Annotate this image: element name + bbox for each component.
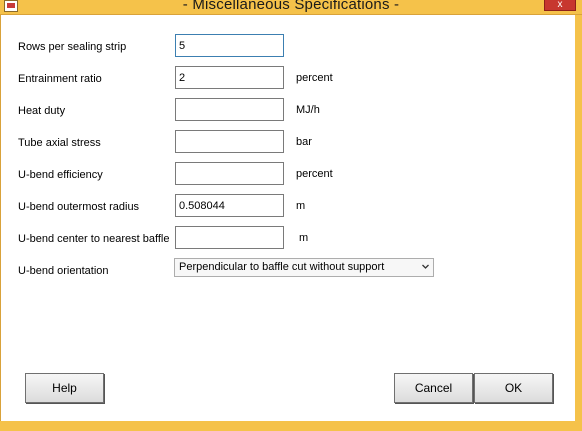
entrainment-ratio-unit: percent [296,72,333,84]
u-bend-orientation-value: Perpendicular to baffle cut without supp… [179,261,385,273]
heat-duty-label: Heat duty [18,105,66,117]
tube-axial-stress-input[interactable] [175,130,284,153]
title-bar: - Miscellaneous Specifications - x [0,0,582,15]
u-bend-orientation-label: U-bend orientation [18,265,109,277]
ok-button[interactable]: OK [474,373,553,403]
u-bend-center-to-nearest-baffle-unit: m [299,232,309,244]
u-bend-efficiency-unit: percent [296,168,333,180]
u-bend-efficiency-label: U-bend efficiency [18,169,103,181]
u-bend-center-to-nearest-baffle-label: U-bend center to nearest baffle [18,233,170,245]
entrainment-ratio-input[interactable] [175,66,284,89]
u-bend-center-to-nearest-baffle-input[interactable] [175,226,284,249]
tube-axial-stress-unit: bar [296,136,312,148]
u-bend-outermost-radius-label: U-bend outermost radius [18,201,140,213]
heat-duty-input[interactable] [175,98,284,121]
window-border-bottom [0,421,582,431]
rows-per-sealing-strip-input[interactable] [175,34,284,57]
tube-axial-stress-label: Tube axial stress [18,137,101,149]
u-bend-outermost-radius-input[interactable] [175,194,284,217]
u-bend-outermost-radius-unit: m [296,200,306,212]
cancel-button[interactable]: Cancel [394,373,473,403]
entrainment-ratio-label: Entrainment ratio [18,73,102,85]
chevron-down-icon [422,264,429,269]
window-title: - Miscellaneous Specifications - [182,0,400,13]
close-button[interactable]: x [544,0,576,11]
rows-per-sealing-strip-label: Rows per sealing strip [18,41,127,53]
u-bend-orientation-select[interactable]: Perpendicular to baffle cut without supp… [174,258,434,277]
heat-duty-unit: MJ/h [296,104,320,116]
help-button[interactable]: Help [25,373,104,403]
window-border-right [575,15,582,431]
u-bend-efficiency-input[interactable] [175,162,284,185]
